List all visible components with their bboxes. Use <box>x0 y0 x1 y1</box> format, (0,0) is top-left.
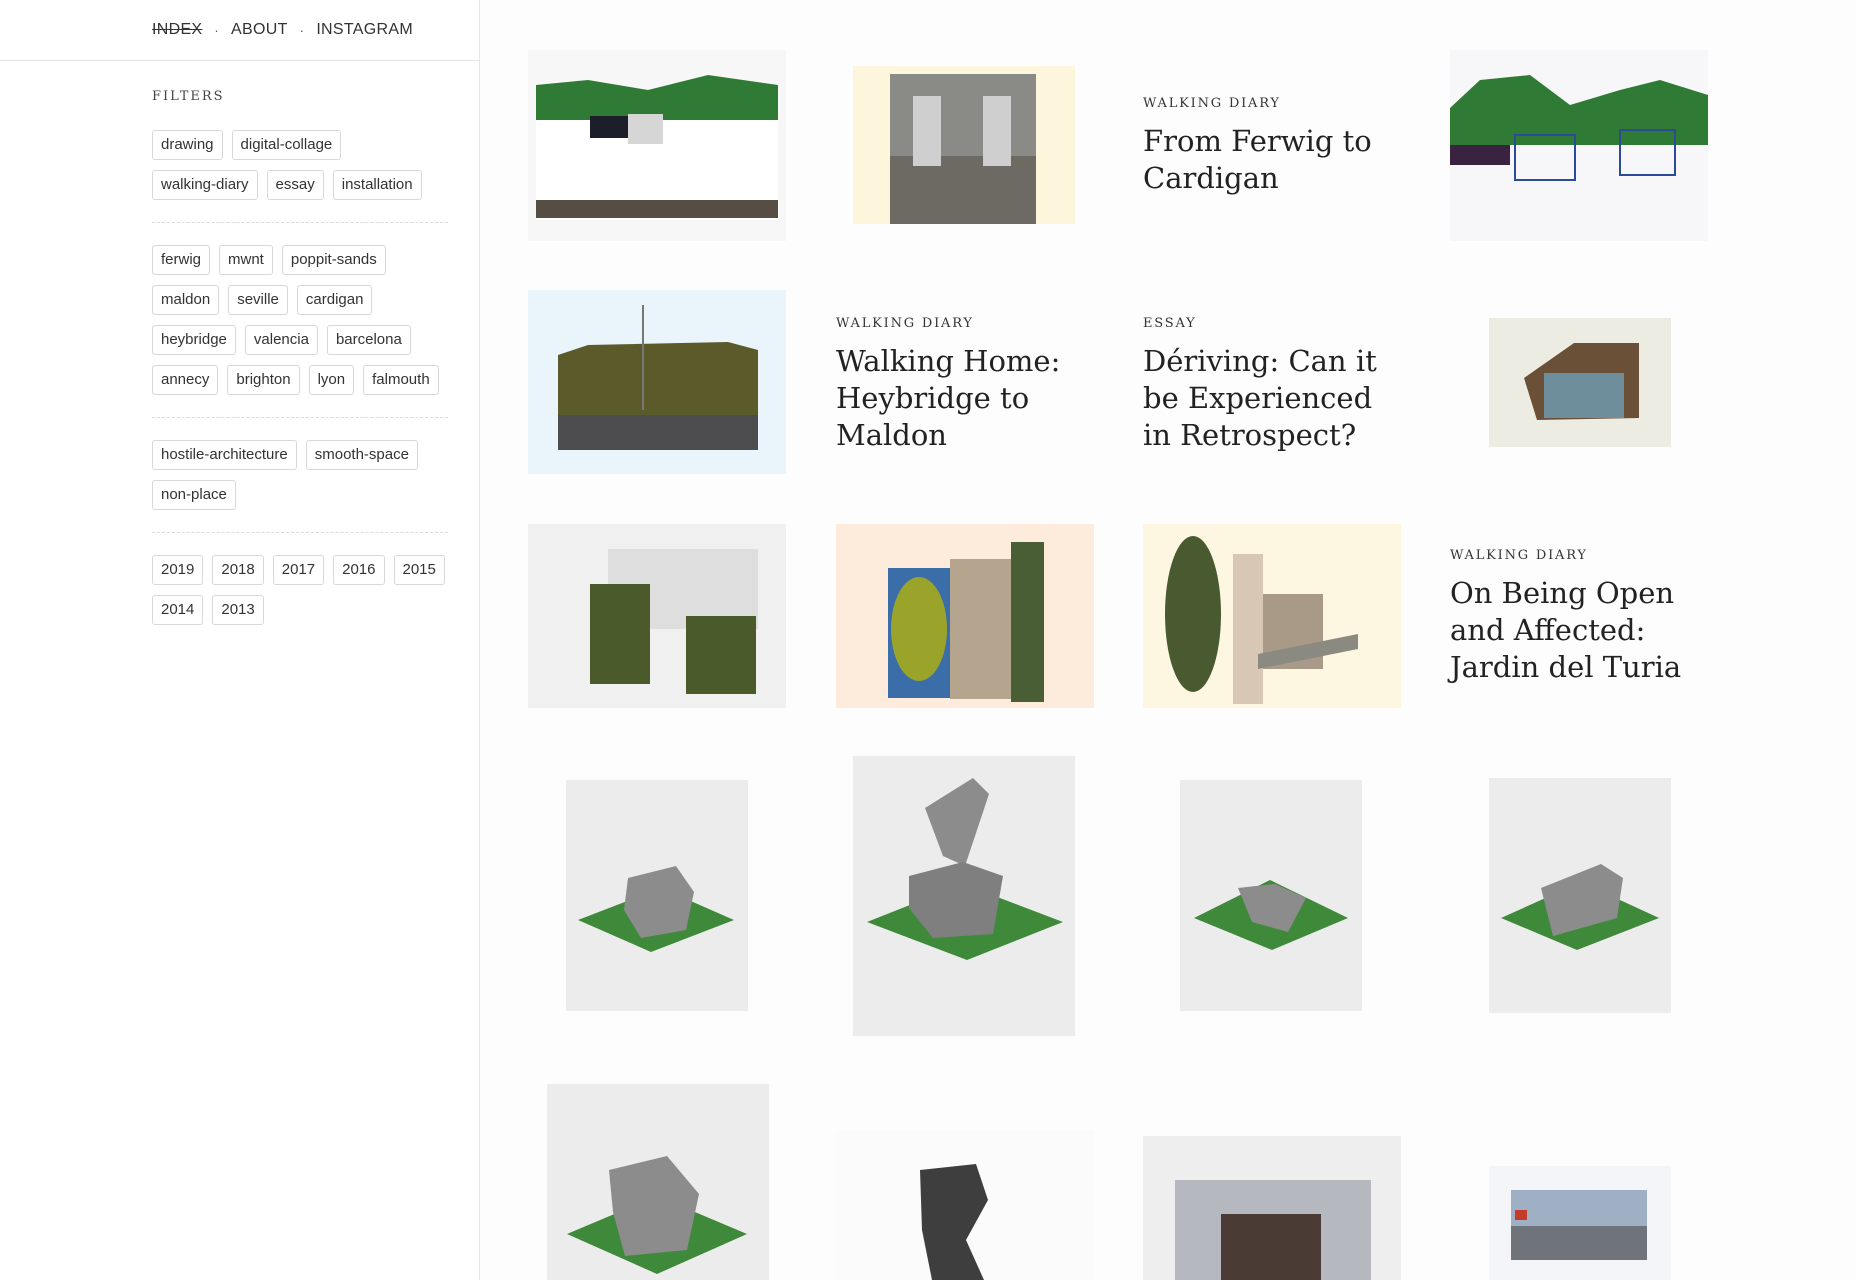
artwork-thumbnail[interactable] <box>1180 780 1362 1011</box>
artwork-thumbnail[interactable] <box>1489 1166 1671 1280</box>
filter-tag[interactable]: cardigan <box>296 285 373 315</box>
filter-tag[interactable]: valencia <box>244 325 318 355</box>
collage-roof-image <box>1489 318 1671 447</box>
collage-landscape-image <box>528 50 786 241</box>
collage-wall-image <box>1143 1136 1401 1280</box>
nav-separator: · <box>214 22 220 38</box>
artwork-thumbnail[interactable] <box>1450 50 1708 241</box>
nav-separator: · <box>299 22 305 38</box>
filter-tag[interactable]: 2014 <box>152 595 204 625</box>
post-card[interactable]: WALKING DIARY Walking Home: Heybridge to… <box>836 316 1094 454</box>
filter-tag[interactable]: heybridge <box>152 325 236 355</box>
filter-tag[interactable]: walking-diary <box>152 170 258 200</box>
post-card[interactable]: WALKING DIARY From Ferwig to Cardigan <box>1143 96 1401 197</box>
post-category: WALKING DIARY <box>1450 548 1588 563</box>
filter-tag[interactable]: barcelona <box>326 325 411 355</box>
filter-group-concept: hostile-architecture smooth-space non-pl… <box>152 440 448 533</box>
artwork-thumbnail[interactable] <box>836 1130 1094 1280</box>
work-grid: WALKING DIARY From Ferwig to Cardigan WA… <box>480 0 1856 1280</box>
artwork-thumbnail[interactable] <box>547 1084 769 1280</box>
collage-hedges-image <box>528 524 786 708</box>
post-title[interactable]: Walking Home: Heybridge to Maldon <box>836 343 1094 454</box>
filters-title: FILTERS <box>152 89 225 104</box>
filter-tag[interactable]: digital-collage <box>231 130 342 160</box>
filter-group-type: drawing digital-collage walking-diary es… <box>152 130 448 223</box>
nav-instagram-link[interactable]: INSTAGRAM <box>316 21 413 39</box>
artwork-thumbnail[interactable] <box>528 50 786 241</box>
filter-tag[interactable]: mwnt <box>219 245 273 275</box>
filter-group-year: 2019 2018 2017 2016 2015 2014 2013 <box>152 555 448 647</box>
sidebar: INDEX · ABOUT · INSTAGRAM FILTERS drawin… <box>0 0 480 1280</box>
drawing-stacked-stones-image <box>853 756 1075 1036</box>
filter-tag[interactable]: 2016 <box>333 555 385 585</box>
filter-tag[interactable]: lyon <box>308 365 355 395</box>
filter-tag[interactable]: smooth-space <box>305 440 418 470</box>
artwork-thumbnail[interactable] <box>1143 1136 1401 1280</box>
post-category: WALKING DIARY <box>1143 96 1281 111</box>
post-card[interactable]: WALKING DIARY On Being Open and Affected… <box>1450 548 1708 686</box>
filter-tag[interactable]: annecy <box>152 365 219 395</box>
filter-group-place: ferwig mwnt poppit-sands maldon seville … <box>152 245 448 418</box>
artwork-thumbnail[interactable] <box>1489 318 1671 447</box>
drawing-bench-image <box>1489 778 1671 1013</box>
artwork-thumbnail[interactable] <box>853 756 1075 1036</box>
filter-tag[interactable]: essay <box>266 170 324 200</box>
drawing-rocks-image <box>566 780 748 1011</box>
artwork-thumbnail[interactable] <box>566 780 748 1011</box>
nav-index-link[interactable]: INDEX <box>152 21 202 39</box>
drawing-dark-stone-image <box>836 1130 1094 1280</box>
artwork-thumbnail[interactable] <box>1143 524 1401 708</box>
post-card[interactable]: ESSAY Dériving: Can it be Experienced in… <box>1143 316 1401 454</box>
post-title[interactable]: From Ferwig to Cardigan <box>1143 123 1401 197</box>
artwork-thumbnail[interactable] <box>836 524 1094 708</box>
artwork-thumbnail[interactable] <box>853 66 1075 224</box>
artwork-thumbnail[interactable] <box>1489 778 1671 1013</box>
artwork-thumbnail[interactable] <box>528 290 786 474</box>
post-category: WALKING DIARY <box>836 316 974 331</box>
collage-fence-image <box>1450 50 1708 241</box>
top-nav: INDEX · ABOUT · INSTAGRAM <box>0 0 479 61</box>
filter-tag[interactable]: brighton <box>227 365 300 395</box>
filter-tag[interactable]: non-place <box>152 480 236 510</box>
collage-sea-image <box>1489 1166 1671 1280</box>
drawing-chair-image <box>547 1084 769 1280</box>
filter-tag[interactable]: 2017 <box>272 555 325 585</box>
drawing-slab-image <box>1180 780 1362 1011</box>
post-title[interactable]: Dériving: Can it be Experienced in Retro… <box>1143 343 1401 454</box>
filter-tag[interactable]: 2018 <box>212 555 264 585</box>
filter-tag[interactable]: seville <box>228 285 288 315</box>
filters-panel: FILTERS drawing digital-collage walking-… <box>0 61 448 647</box>
filter-tag[interactable]: maldon <box>152 285 220 315</box>
filter-tag[interactable]: drawing <box>152 130 223 160</box>
nav-about-link[interactable]: ABOUT <box>231 21 288 39</box>
filter-tag[interactable]: 2013 <box>212 595 264 625</box>
filter-tag[interactable]: 2019 <box>152 555 204 585</box>
filter-tag[interactable]: 2015 <box>393 555 445 585</box>
collage-mound-image <box>528 290 786 474</box>
filter-tag[interactable]: hostile-architecture <box>152 440 297 470</box>
artwork-thumbnail[interactable] <box>528 524 786 708</box>
post-category: ESSAY <box>1143 316 1197 331</box>
filter-tag[interactable]: falmouth <box>363 365 439 395</box>
filter-tag[interactable]: installation <box>332 170 422 200</box>
filter-tag[interactable]: ferwig <box>152 245 211 275</box>
collage-tree-street-image <box>836 524 1094 708</box>
post-title[interactable]: On Being Open and Affected: Jardin del T… <box>1450 575 1708 686</box>
collage-tower-image <box>1143 524 1401 708</box>
collage-gate-image <box>853 66 1075 224</box>
filter-tag[interactable]: poppit-sands <box>281 245 386 275</box>
